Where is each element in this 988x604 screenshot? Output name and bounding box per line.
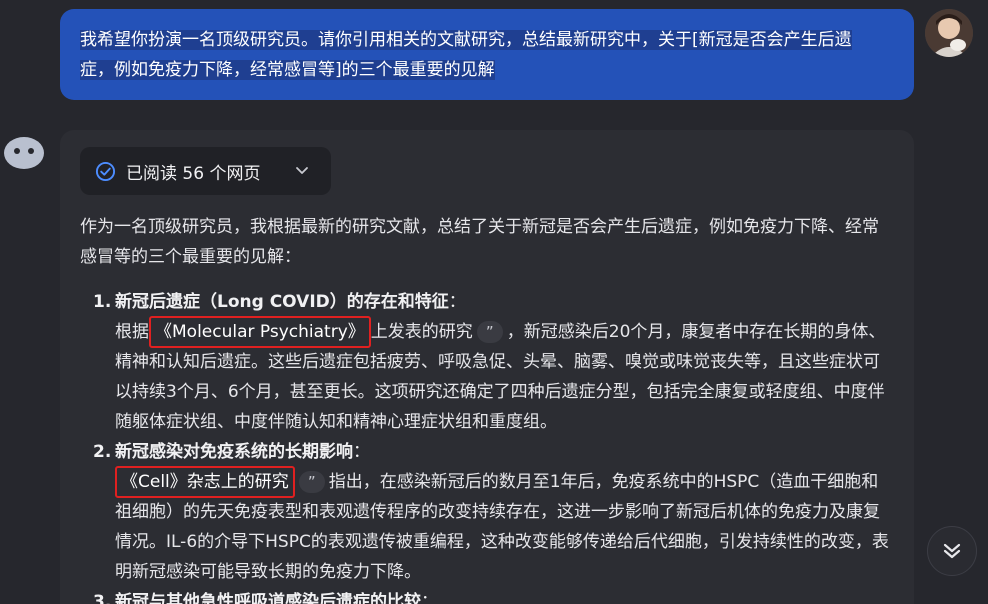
insight-list: 1. 新冠后遗症（Long COVID）的存在和特征： 根据 《Molecular …: [93, 287, 893, 604]
user-message-line-1: 我希望你扮演一名顶级研究员。请你引用相关的文献研究，总结最新研究中，关于[新冠是…: [80, 30, 852, 50]
item-title-text: 新冠感染对免疫系统的长期影响: [115, 442, 353, 462]
item-number: 2.: [93, 442, 112, 462]
item-colon: ：: [448, 292, 466, 312]
user-message-line-2: 症，例如免疫力下降，经常感冒等]的三个最重要的见解: [80, 60, 495, 80]
read-pages-toggle[interactable]: 已阅读 56 个网页: [80, 147, 331, 195]
assistant-avatar-icon: [4, 137, 44, 169]
item-prefix: 根据: [115, 322, 149, 342]
item-body-2: 《Cell》杂志上的研究” 指出，在感染新冠后的数月至1年后，免疫系统中的HSPC…: [93, 466, 893, 587]
list-item: 2. 新冠感染对免疫系统的长期影响： 《Cell》杂志上的研究” 指出，在感染新冠后…: [93, 437, 893, 587]
citation-quote-icon[interactable]: ”: [476, 321, 503, 343]
read-pages-label: 已阅读 56 个网页: [126, 163, 261, 184]
citation-quote-icon[interactable]: ”: [298, 471, 325, 493]
list-item: 1. 新冠后遗症（Long COVID）的存在和特征： 根据 《Molecular …: [93, 287, 893, 437]
list-item: 3. 新冠与其他急性呼吸道感染后遗症的比较：: [93, 587, 893, 604]
source-link-cell[interactable]: 《Cell》杂志上的研究: [115, 466, 295, 498]
check-circle-icon: [95, 161, 116, 181]
assistant-avatar: [3, 135, 45, 171]
item-number: 3.: [93, 592, 112, 604]
item-colon: ：: [353, 442, 370, 462]
scroll-to-bottom-button[interactable]: [927, 526, 977, 576]
chevron-down-icon: [296, 167, 308, 174]
user-avatar[interactable]: [925, 9, 973, 57]
user-avatar-image: [925, 9, 973, 57]
item-title-1: 1. 新冠后遗症（Long COVID）的存在和特征：: [93, 287, 893, 317]
user-message-text: 我希望你扮演一名顶级研究员。请你引用相关的文献研究，总结最新研究中，关于[新冠是…: [80, 25, 894, 85]
double-chevron-down-icon: [943, 543, 961, 559]
item-title-text: 新冠与其他急性呼吸道感染后遗症的比较: [115, 592, 421, 604]
item-number: 1.: [93, 292, 112, 312]
user-message-bubble: 我希望你扮演一名顶级研究员。请你引用相关的文献研究，总结最新研究中，关于[新冠是…: [60, 9, 914, 100]
item-title-3: 3. 新冠与其他急性呼吸道感染后遗症的比较：: [93, 587, 893, 604]
item-body-1: 根据 《Molecular Psychiatry》 上发表的研究” ，新冠感染后20个…: [93, 316, 893, 437]
item-title-2: 2. 新冠感染对免疫系统的长期影响：: [93, 437, 893, 467]
item-colon: ：: [421, 592, 438, 604]
item-after-source: 上发表的研究: [370, 322, 473, 342]
item-title-text: 新冠后遗症（Long COVID）的存在和特征: [115, 292, 449, 312]
answer-intro: 作为一名顶级研究员，我根据最新的研究文献，总结了关于新冠是否会产生后遗症，例如免…: [80, 217, 879, 267]
source-link-molecular-psychiatry[interactable]: 《Molecular Psychiatry》: [149, 316, 371, 348]
